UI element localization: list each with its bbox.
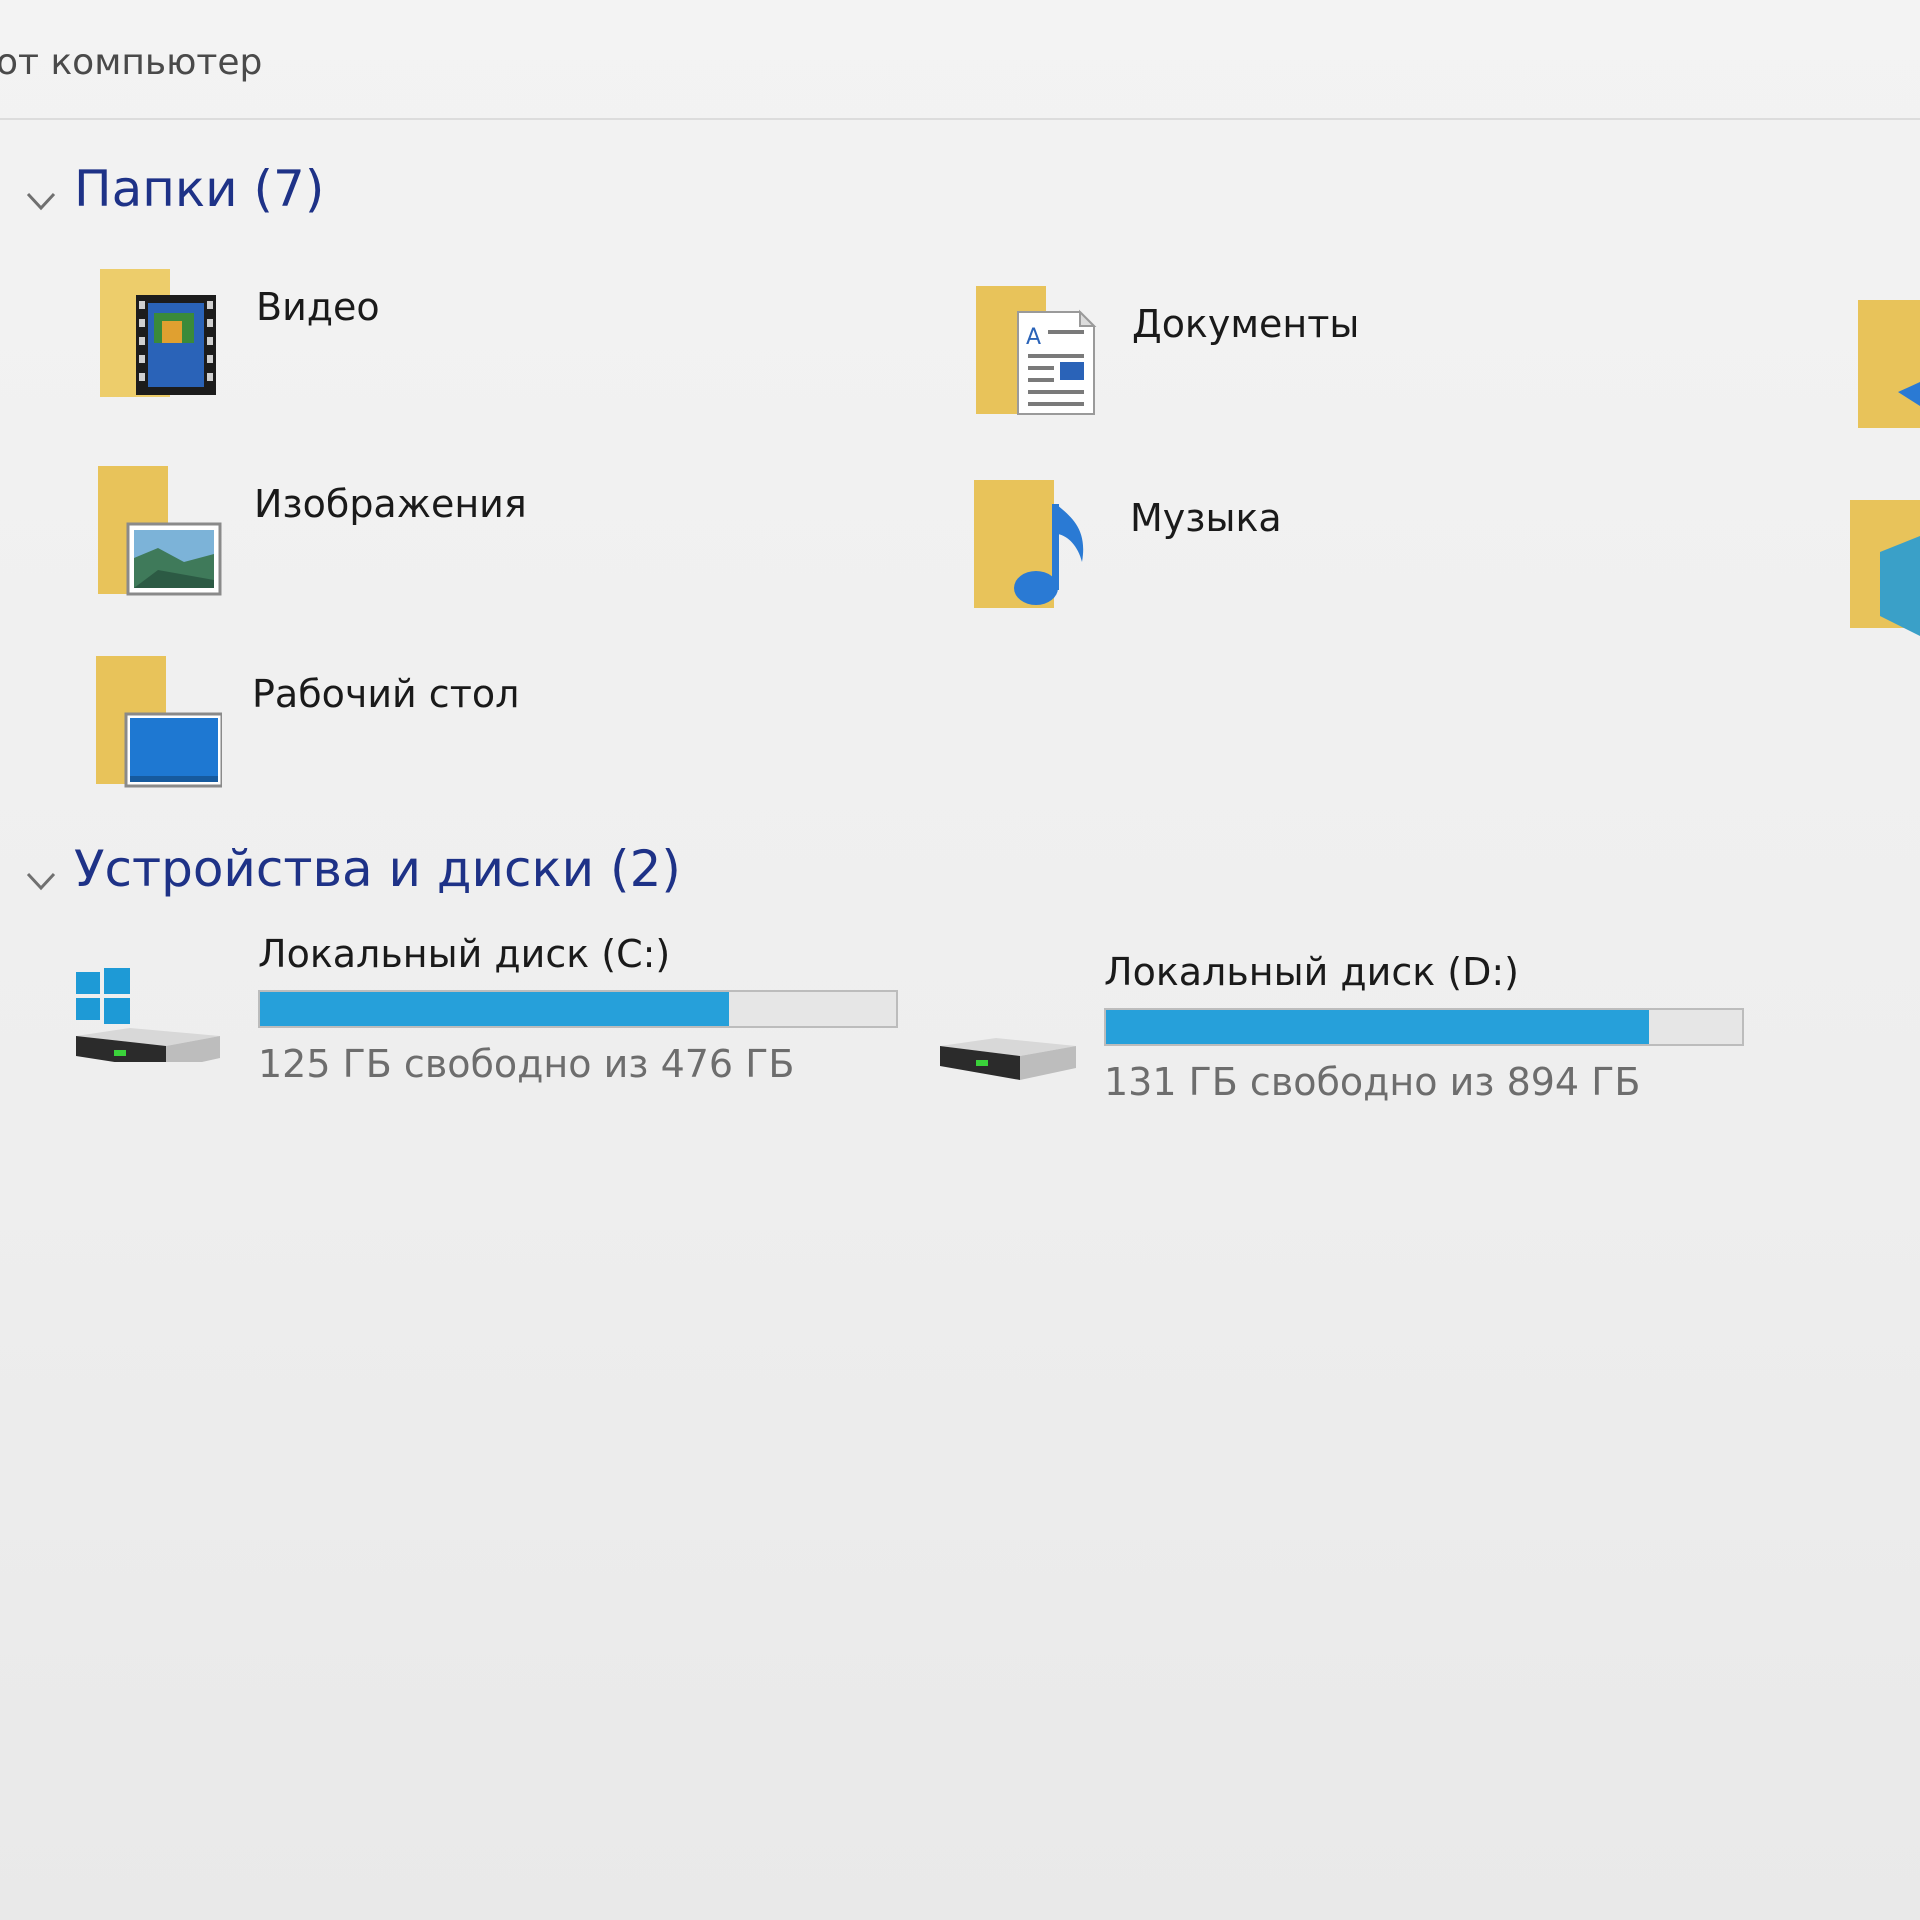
hard-drive-icon <box>936 950 1076 1080</box>
music-folder-icon <box>970 476 1100 616</box>
drive-tile-d[interactable]: Локальный диск (D:) 131 ГБ свободно из 8… <box>936 950 1744 1104</box>
file-explorer-this-pc: от компьютер Папки (7) Видео A Документы… <box>0 0 1920 1920</box>
folders-section-header[interactable]: Папки (7) <box>24 160 324 218</box>
breadcrumb-text: от компьютер <box>0 42 263 83</box>
drive-usage-bar-d <box>1104 1008 1744 1046</box>
svg-text:A: A <box>1026 325 1041 350</box>
drive-name-c: Локальный диск (C:) <box>258 932 671 976</box>
folder-label-video: Видео <box>256 285 380 329</box>
partial-folder-icon[interactable] <box>1854 296 1920 436</box>
folder-label-desktop: Рабочий стол <box>252 672 520 716</box>
folders-section-title: Папки (7) <box>74 160 325 218</box>
address-bar[interactable]: от компьютер <box>0 30 1920 120</box>
drive-name-d: Локальный диск (D:) <box>1104 950 1519 994</box>
folder-tile-desktop[interactable]: Рабочий стол <box>92 652 519 792</box>
drive-usage-fill-c <box>260 992 729 1026</box>
windows-drive-icon <box>70 932 230 1070</box>
desktop-folder-icon <box>92 652 224 792</box>
folder-label-documents: Документы <box>1132 302 1360 346</box>
folder-tile-pictures[interactable]: Изображения <box>94 462 527 602</box>
folder-label-music: Музыка <box>1130 496 1282 540</box>
drive-free-space-d: 131 ГБ свободно из 894 ГБ <box>1104 1060 1641 1104</box>
folder-tile-video[interactable]: Видео <box>96 265 380 405</box>
documents-folder-icon: A <box>972 282 1102 422</box>
pictures-folder-icon <box>94 462 224 602</box>
drive-usage-bar-c <box>258 990 898 1028</box>
chevron-down-icon <box>24 172 58 211</box>
devices-section-title: Устройства и диски (2) <box>74 840 681 898</box>
partial-folder-icon[interactable] <box>1846 496 1920 636</box>
folder-tile-documents[interactable]: A Документы <box>972 282 1359 422</box>
chevron-down-icon <box>24 852 58 891</box>
folder-label-pictures: Изображения <box>254 482 527 526</box>
drive-tile-c[interactable]: Локальный диск (C:) 125 ГБ свободно из 4… <box>70 932 898 1086</box>
devices-section-header[interactable]: Устройства и диски (2) <box>24 840 681 898</box>
drive-usage-fill-d <box>1106 1010 1649 1044</box>
video-folder-icon <box>96 265 226 405</box>
folder-tile-music[interactable]: Музыка <box>970 476 1282 616</box>
drive-free-space-c: 125 ГБ свободно из 476 ГБ <box>258 1042 795 1086</box>
